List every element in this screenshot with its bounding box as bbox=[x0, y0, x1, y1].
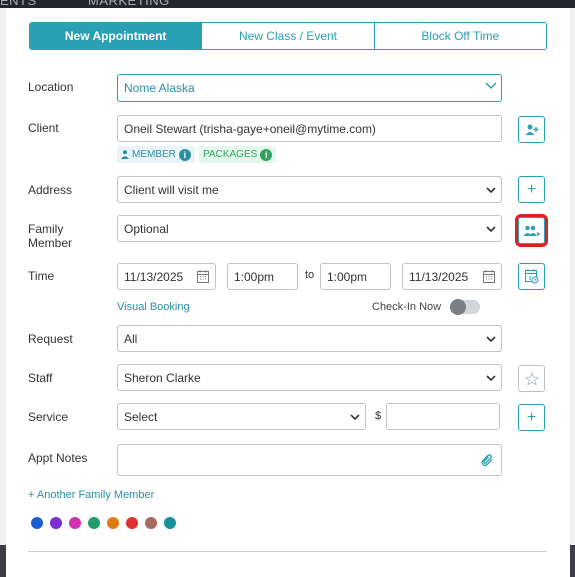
calendar-sync-button[interactable] bbox=[518, 263, 545, 290]
request-value: All bbox=[124, 331, 138, 346]
location-label: Location bbox=[28, 80, 74, 94]
chevron-down-icon bbox=[485, 81, 497, 91]
address-select[interactable]: Client will visit me bbox=[117, 176, 502, 203]
appt-notes-textarea[interactable] bbox=[117, 444, 502, 476]
start-time-value: 1:00pm bbox=[234, 269, 275, 284]
end-date-input[interactable]: 11/13/2025 bbox=[402, 263, 502, 290]
client-label: Client bbox=[28, 121, 59, 135]
color-swatch-magenta[interactable] bbox=[69, 517, 81, 529]
appt-notes-label: Appt Notes bbox=[28, 451, 88, 465]
end-time-input[interactable]: 1:00pm bbox=[320, 263, 391, 290]
address-label: Address bbox=[28, 183, 73, 197]
check-in-now-label: Check-In Now bbox=[372, 301, 442, 313]
check-in-now-toggle[interactable] bbox=[450, 299, 480, 315]
chevron-down-icon bbox=[486, 334, 496, 344]
color-swatch-green[interactable] bbox=[88, 517, 100, 529]
family-member-value: Optional bbox=[124, 221, 169, 236]
background-nav-bar: ENTS MARKETING bbox=[0, 0, 575, 8]
request-select[interactable]: All bbox=[117, 325, 502, 352]
tab-new-class-event[interactable]: New Class / Event bbox=[201, 23, 373, 49]
service-label: Service bbox=[28, 410, 69, 424]
background-nav-fragment: MARKETING bbox=[88, 0, 170, 8]
time-label: Time bbox=[28, 269, 55, 283]
background-nav-fragment: ENTS bbox=[0, 0, 37, 8]
family-member-label-line1: Family bbox=[28, 222, 64, 236]
service-select[interactable]: Select bbox=[117, 403, 366, 430]
info-icon[interactable]: i bbox=[260, 148, 273, 161]
color-swatch-blue[interactable] bbox=[31, 517, 43, 529]
add-address-button[interactable]: + bbox=[518, 176, 545, 203]
chevron-down-icon bbox=[486, 224, 496, 234]
member-badge[interactable]: MEMBER i bbox=[117, 146, 195, 163]
toggle-knob bbox=[450, 299, 466, 315]
client-input[interactable]: Oneil Stewart (trisha-gaye+oneil@mytime.… bbox=[117, 115, 502, 142]
color-swatch-teal[interactable] bbox=[164, 517, 176, 529]
info-icon[interactable]: i bbox=[178, 148, 191, 161]
family-icon bbox=[523, 225, 541, 237]
color-swatch-orange[interactable] bbox=[107, 517, 119, 529]
tab-new-appointment[interactable]: New Appointment bbox=[30, 23, 202, 49]
calendar-refresh-icon bbox=[524, 269, 539, 284]
address-value: Client will visit me bbox=[124, 182, 219, 197]
add-user-icon bbox=[525, 124, 539, 136]
client-value: Oneil Stewart (trisha-gaye+oneil@mytime.… bbox=[124, 121, 376, 136]
chevron-down-icon bbox=[350, 412, 360, 422]
chevron-down-icon bbox=[486, 373, 496, 383]
request-label: Request bbox=[28, 332, 73, 346]
star-icon bbox=[524, 371, 539, 386]
staff-label: Staff bbox=[28, 371, 53, 385]
start-date-input[interactable]: 11/13/2025 bbox=[117, 263, 216, 290]
add-client-button[interactable] bbox=[518, 116, 545, 143]
packages-badge-label: PACKAGES bbox=[203, 149, 258, 160]
start-date-value: 11/13/2025 bbox=[124, 269, 184, 284]
another-family-member-link[interactable]: + Another Family Member bbox=[28, 489, 154, 501]
color-swatch-purple[interactable] bbox=[50, 517, 62, 529]
person-icon bbox=[121, 150, 129, 159]
background-page-right bbox=[570, 8, 575, 545]
modal-divider bbox=[28, 551, 547, 552]
appointment-modal: New Appointment New Class / Event Block … bbox=[6, 8, 570, 577]
add-service-button[interactable]: + bbox=[518, 404, 545, 431]
calendar-icon[interactable] bbox=[197, 270, 209, 283]
end-time-value: 1:00pm bbox=[327, 269, 368, 284]
service-value: Select bbox=[124, 409, 158, 424]
family-button[interactable] bbox=[515, 214, 548, 247]
location-select[interactable]: Nome Alaska bbox=[117, 74, 502, 102]
appointment-type-tabs: New Appointment New Class / Event Block … bbox=[29, 22, 547, 50]
staff-value: Sheron Clarke bbox=[124, 370, 201, 385]
color-swatch-brown[interactable] bbox=[145, 517, 157, 529]
paperclip-icon[interactable] bbox=[480, 453, 494, 467]
chevron-down-icon bbox=[486, 185, 496, 195]
member-badge-label: MEMBER bbox=[132, 149, 176, 160]
tab-block-off-time[interactable]: Block Off Time bbox=[373, 23, 546, 49]
plus-icon: + bbox=[526, 180, 537, 198]
location-value: Nome Alaska bbox=[124, 81, 195, 95]
color-swatch-red[interactable] bbox=[126, 517, 138, 529]
service-price-input[interactable] bbox=[386, 403, 500, 430]
time-range-separator: to bbox=[305, 269, 315, 281]
family-member-label-line2: Member bbox=[28, 236, 73, 250]
end-date-value: 11/13/2025 bbox=[409, 269, 469, 284]
favorite-staff-button[interactable] bbox=[518, 365, 545, 392]
packages-badge[interactable]: PACKAGES i bbox=[199, 146, 277, 163]
visual-booking-link[interactable]: Visual Booking bbox=[117, 301, 190, 313]
currency-symbol: $ bbox=[375, 410, 382, 422]
family-member-select[interactable]: Optional bbox=[117, 215, 502, 242]
start-time-input[interactable]: 1:00pm bbox=[227, 263, 298, 290]
staff-select[interactable]: Sheron Clarke bbox=[117, 364, 502, 391]
calendar-icon[interactable] bbox=[483, 270, 495, 283]
plus-icon: + bbox=[526, 408, 537, 426]
